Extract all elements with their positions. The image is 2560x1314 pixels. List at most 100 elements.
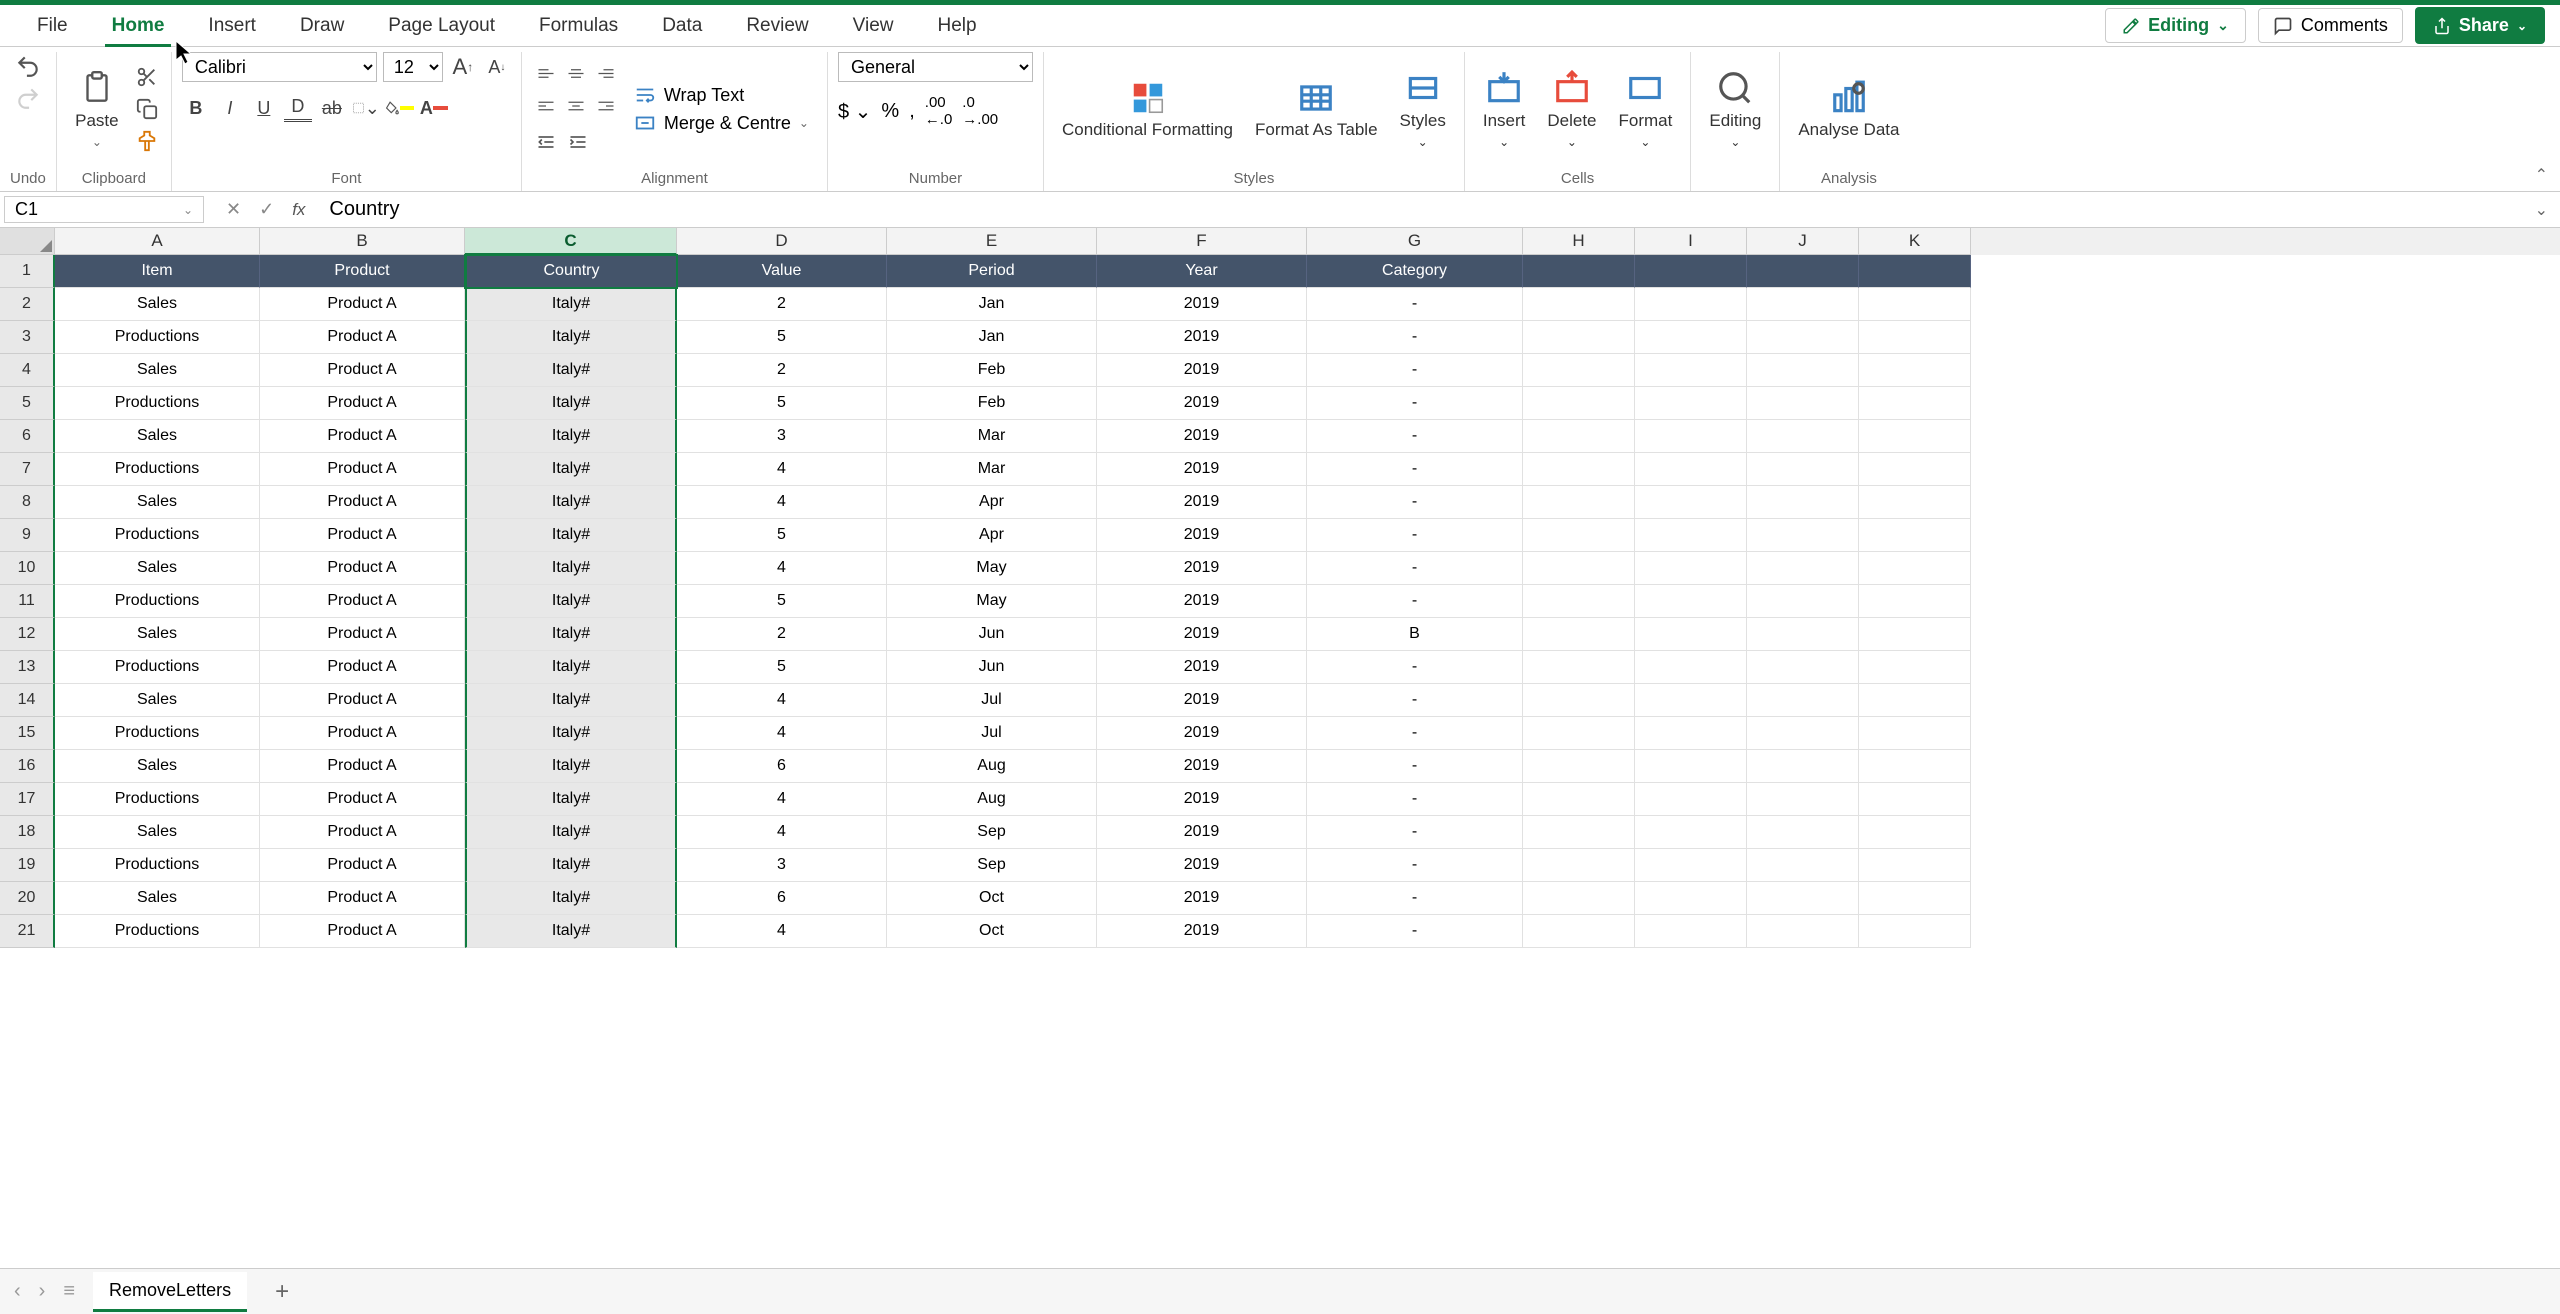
fill-color-button[interactable] <box>386 94 414 122</box>
cell-H3[interactable] <box>1523 321 1635 354</box>
cell-G17[interactable]: - <box>1307 783 1523 816</box>
wrap-text-button[interactable]: Wrap Text <box>634 84 809 106</box>
cell-E11[interactable]: May <box>887 585 1097 618</box>
cell-I12[interactable] <box>1635 618 1747 651</box>
cell-G3[interactable]: - <box>1307 321 1523 354</box>
menu-tab-draw[interactable]: Draw <box>278 7 366 45</box>
cell-H1[interactable] <box>1523 255 1635 288</box>
cell-E20[interactable]: Oct <box>887 882 1097 915</box>
cell-B19[interactable]: Product A <box>260 849 465 882</box>
column-header-I[interactable]: I <box>1635 228 1747 255</box>
comma-button[interactable]: , <box>909 100 915 123</box>
font-name-select[interactable]: Calibri <box>182 52 377 82</box>
increase-decimal-button[interactable]: .00←.0 <box>925 94 953 128</box>
cell-E10[interactable]: May <box>887 552 1097 585</box>
cell-A5[interactable]: Productions <box>55 387 260 420</box>
cell-D15[interactable]: 4 <box>677 717 887 750</box>
cell-F8[interactable]: 2019 <box>1097 486 1307 519</box>
cell-I20[interactable] <box>1635 882 1747 915</box>
cell-J5[interactable] <box>1747 387 1859 420</box>
cell-C17[interactable]: Italy# <box>465 783 677 816</box>
cell-K10[interactable] <box>1859 552 1971 585</box>
cell-A16[interactable]: Sales <box>55 750 260 783</box>
cell-J20[interactable] <box>1747 882 1859 915</box>
row-header-16[interactable]: 16 <box>0 750 55 783</box>
cell-J4[interactable] <box>1747 354 1859 387</box>
paste-button[interactable]: Paste ⌄ <box>67 65 127 153</box>
insert-cells-button[interactable]: Insert ⌄ <box>1475 65 1534 153</box>
cell-E8[interactable]: Apr <box>887 486 1097 519</box>
all-sheets-button[interactable]: ≡ <box>63 1280 75 1303</box>
column-header-B[interactable]: B <box>260 228 465 255</box>
formula-input[interactable] <box>319 196 2522 223</box>
cell-G15[interactable]: - <box>1307 717 1523 750</box>
cell-D2[interactable]: 2 <box>677 288 887 321</box>
cell-G16[interactable]: - <box>1307 750 1523 783</box>
cell-K13[interactable] <box>1859 651 1971 684</box>
spreadsheet-grid[interactable]: ABCDEFGHIJK 1ItemProductCountryValuePeri… <box>0 228 2560 1268</box>
cell-G8[interactable]: - <box>1307 486 1523 519</box>
sheet-tab-active[interactable]: RemoveLetters <box>93 1272 247 1312</box>
cell-J13[interactable] <box>1747 651 1859 684</box>
cell-D18[interactable]: 4 <box>677 816 887 849</box>
cell-F4[interactable]: 2019 <box>1097 354 1307 387</box>
cell-A19[interactable]: Productions <box>55 849 260 882</box>
cell-I2[interactable] <box>1635 288 1747 321</box>
cell-G18[interactable]: - <box>1307 816 1523 849</box>
cell-I3[interactable] <box>1635 321 1747 354</box>
cell-K19[interactable] <box>1859 849 1971 882</box>
cell-J11[interactable] <box>1747 585 1859 618</box>
column-header-G[interactable]: G <box>1307 228 1523 255</box>
cell-F20[interactable]: 2019 <box>1097 882 1307 915</box>
cell-F14[interactable]: 2019 <box>1097 684 1307 717</box>
cell-A6[interactable]: Sales <box>55 420 260 453</box>
cell-A3[interactable]: Productions <box>55 321 260 354</box>
cell-G7[interactable]: - <box>1307 453 1523 486</box>
cell-E1[interactable]: Period <box>887 255 1097 288</box>
cell-G4[interactable]: - <box>1307 354 1523 387</box>
column-header-D[interactable]: D <box>677 228 887 255</box>
cell-J14[interactable] <box>1747 684 1859 717</box>
cell-I6[interactable] <box>1635 420 1747 453</box>
cell-K1[interactable] <box>1859 255 1971 288</box>
menu-tab-home[interactable]: Home <box>90 7 187 45</box>
cell-B9[interactable]: Product A <box>260 519 465 552</box>
cell-J9[interactable] <box>1747 519 1859 552</box>
cell-A20[interactable]: Sales <box>55 882 260 915</box>
align-center-button[interactable] <box>562 92 590 120</box>
cell-B7[interactable]: Product A <box>260 453 465 486</box>
delete-cells-button[interactable]: Delete ⌄ <box>1539 65 1604 153</box>
redo-button[interactable] <box>14 84 42 112</box>
cell-K5[interactable] <box>1859 387 1971 420</box>
cell-J7[interactable] <box>1747 453 1859 486</box>
cell-K12[interactable] <box>1859 618 1971 651</box>
cell-E2[interactable]: Jan <box>887 288 1097 321</box>
cell-J6[interactable] <box>1747 420 1859 453</box>
cell-A4[interactable]: Sales <box>55 354 260 387</box>
cell-F12[interactable]: 2019 <box>1097 618 1307 651</box>
cell-B17[interactable]: Product A <box>260 783 465 816</box>
underline-button[interactable]: U <box>250 94 278 122</box>
cell-E21[interactable]: Oct <box>887 915 1097 948</box>
collapse-ribbon-button[interactable]: ⌃ <box>2535 165 2548 185</box>
cell-F9[interactable]: 2019 <box>1097 519 1307 552</box>
analyse-data-button[interactable]: Analyse Data <box>1790 75 1907 144</box>
cell-H15[interactable] <box>1523 717 1635 750</box>
cell-B8[interactable]: Product A <box>260 486 465 519</box>
cell-C14[interactable]: Italy# <box>465 684 677 717</box>
cell-K14[interactable] <box>1859 684 1971 717</box>
cell-I11[interactable] <box>1635 585 1747 618</box>
cell-A9[interactable]: Productions <box>55 519 260 552</box>
cell-E16[interactable]: Aug <box>887 750 1097 783</box>
cell-C3[interactable]: Italy# <box>465 321 677 354</box>
cell-F2[interactable]: 2019 <box>1097 288 1307 321</box>
cell-G5[interactable]: - <box>1307 387 1523 420</box>
cell-D5[interactable]: 5 <box>677 387 887 420</box>
cell-J17[interactable] <box>1747 783 1859 816</box>
cell-B13[interactable]: Product A <box>260 651 465 684</box>
cell-D10[interactable]: 4 <box>677 552 887 585</box>
italic-button[interactable]: I <box>216 94 244 122</box>
cell-C11[interactable]: Italy# <box>465 585 677 618</box>
column-header-A[interactable]: A <box>55 228 260 255</box>
cell-H17[interactable] <box>1523 783 1635 816</box>
